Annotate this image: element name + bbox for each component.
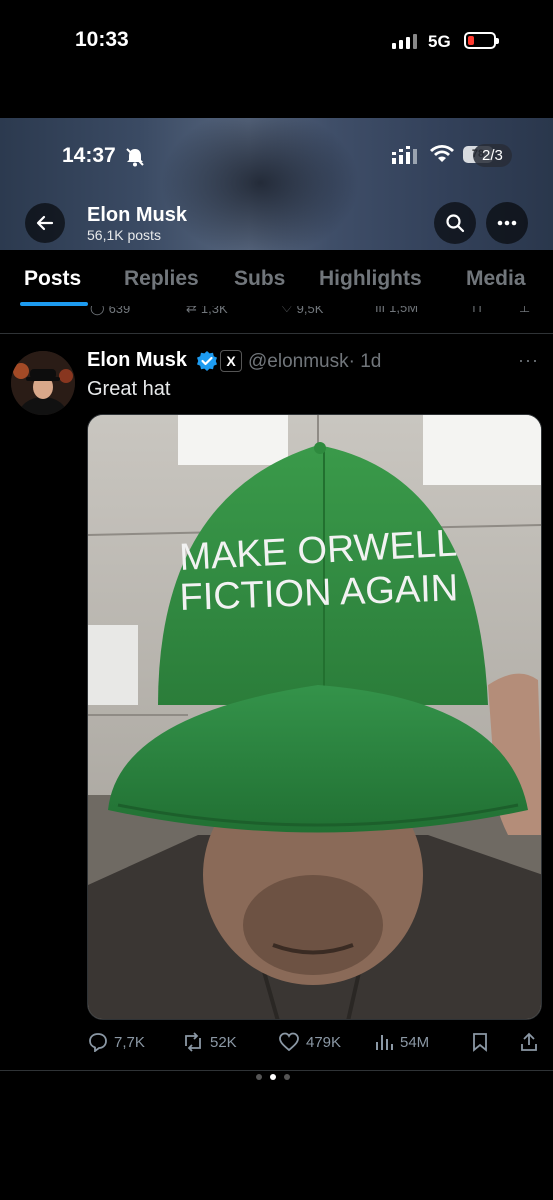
repost-count: 52K xyxy=(210,1033,237,1051)
tab-replies[interactable]: Replies xyxy=(124,267,199,291)
views-button[interactable]: 54M xyxy=(374,1032,429,1052)
tweet-more-icon[interactable]: ··· xyxy=(518,350,539,371)
views-chart-icon xyxy=(376,1035,393,1050)
tab-media[interactable]: Media xyxy=(466,267,526,291)
x-affiliation-badge: X xyxy=(220,350,242,372)
prev-repost-count[interactable]: ⇄ 1,3K xyxy=(186,306,228,316)
carousel-dot-active[interactable] xyxy=(270,1074,276,1080)
profile-post-count: 56,1K posts xyxy=(87,227,161,243)
hat-photo: MAKE ORWELL FICTION AGAIN xyxy=(88,415,541,1019)
author-name[interactable]: Elon Musk xyxy=(87,349,187,372)
signal-icon xyxy=(392,146,417,164)
tweet-image[interactable]: MAKE ORWELL FICTION AGAIN xyxy=(87,414,542,1020)
repost-icon xyxy=(185,1032,201,1052)
author-avatar[interactable] xyxy=(11,351,75,415)
battery-icon xyxy=(464,32,499,49)
image-page-counter: 2/3 xyxy=(473,144,512,167)
author-handle: @elonmusk· 1d xyxy=(248,351,381,373)
carousel-dot[interactable] xyxy=(256,1074,262,1080)
share-button[interactable] xyxy=(519,1032,539,1052)
device-clock: 10:33 xyxy=(75,28,129,51)
repost-button[interactable]: 52K xyxy=(182,1032,237,1052)
tab-subs[interactable]: Subs xyxy=(234,267,285,291)
prev-share-icon[interactable]: ⊥ xyxy=(519,306,530,316)
profile-header: 14:37 78 2/3 Elon Musk 56,1K posts xyxy=(0,118,553,250)
prev-view-value: 1,5M xyxy=(389,306,419,315)
more-options-button[interactable] xyxy=(486,202,528,244)
divider xyxy=(0,333,553,334)
reply-icon xyxy=(89,1033,107,1052)
view-count: 54M xyxy=(400,1033,430,1051)
reply-count: 7,7K xyxy=(114,1033,145,1051)
tab-highlights[interactable]: Highlights xyxy=(319,267,422,291)
inner-clock: 14:37 xyxy=(62,144,116,167)
heart-icon xyxy=(279,1032,299,1052)
prev-repost-value: 1,3K xyxy=(200,306,228,316)
bookmark-button[interactable] xyxy=(471,1032,489,1052)
tweet-time: · 1d xyxy=(348,351,382,372)
back-button[interactable] xyxy=(25,203,65,243)
bookmark-icon xyxy=(473,1033,487,1052)
tab-posts[interactable]: Posts xyxy=(24,267,81,291)
carousel-dot[interactable] xyxy=(284,1074,290,1080)
profile-name: Elon Musk xyxy=(87,204,188,226)
verified-badge-icon xyxy=(197,351,217,371)
reply-button[interactable]: 7,7K xyxy=(88,1032,145,1052)
handle-text[interactable]: @elonmusk xyxy=(248,351,349,372)
like-count: 479K xyxy=(306,1033,342,1051)
prev-view-count[interactable]: ılı 1,5M xyxy=(375,306,418,315)
prev-bookmark-icon[interactable]: ⊓ xyxy=(472,306,482,316)
tweet-actions: 7,7K 52K 479K 54M xyxy=(0,1030,553,1058)
previous-tweet-actions: ◯ 639 ⇄ 1,3K ♡ 9,5K ılı 1,5M ⊓ ⊥ xyxy=(0,306,553,318)
network-type: 5G xyxy=(428,32,451,51)
device-status-bar: 10:33 5G xyxy=(0,0,553,80)
prev-like-value: 9,5K xyxy=(296,306,324,316)
avatar-image xyxy=(11,351,75,415)
profile-tabs: Posts Replies Subs Highlights Media xyxy=(0,250,553,306)
tweet-text: Great hat xyxy=(87,378,171,400)
divider xyxy=(0,1070,553,1071)
search-button[interactable] xyxy=(434,202,476,244)
arrow-left-icon xyxy=(36,215,54,231)
carousel-indicator xyxy=(256,1074,290,1080)
wifi-icon xyxy=(430,145,454,162)
prev-reply-count[interactable]: ◯ 639 xyxy=(90,306,130,316)
share-icon xyxy=(521,1032,537,1051)
bell-muted-icon xyxy=(126,148,144,167)
like-button[interactable]: 479K xyxy=(278,1032,341,1052)
prev-reply-value: 639 xyxy=(108,306,131,316)
signal-icon xyxy=(392,34,417,49)
search-icon xyxy=(446,214,465,233)
more-dots-icon xyxy=(497,220,517,226)
prev-like-count[interactable]: ♡ 9,5K xyxy=(281,306,323,316)
